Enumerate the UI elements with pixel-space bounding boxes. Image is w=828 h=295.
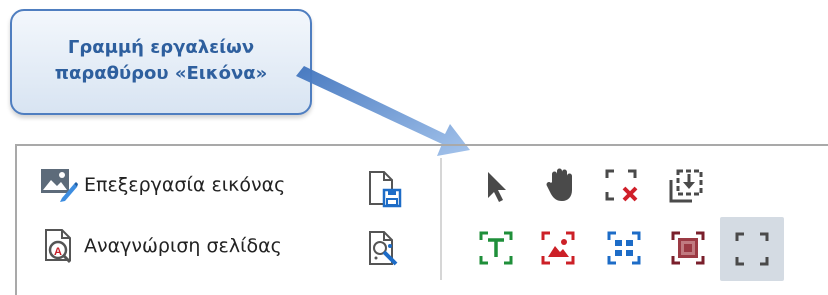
edit-image-label: Επεξεργασία εικόνας: [84, 174, 286, 196]
svg-text:A: A: [54, 246, 62, 258]
table-area-icon[interactable]: [606, 230, 642, 266]
callout-bubble: Γραμμή εργαλείων παραθύρου «Εικόνα»: [10, 9, 312, 115]
edit-image-icon: [41, 169, 78, 202]
recognition-area-icon[interactable]: [734, 231, 770, 267]
picture-area-icon[interactable]: [540, 230, 576, 266]
recognize-page-icon: A: [45, 229, 72, 264]
recognize-page-button[interactable]: A Αναγνώριση σελίδας: [42, 228, 282, 264]
delete-area-icon[interactable]: [604, 168, 640, 204]
cursor-arrow-icon[interactable]: [484, 170, 514, 204]
callout-line-1: Γραμμή εργαλείων: [67, 37, 255, 58]
image-window-toolbar: [15, 144, 828, 295]
recognize-page-label: Αναγνώριση σελίδας: [84, 235, 282, 257]
save-page-icon[interactable]: [366, 170, 404, 208]
analyze-page-icon[interactable]: [366, 230, 404, 268]
toolbar-divider: [440, 158, 442, 280]
hand-icon[interactable]: [544, 166, 580, 204]
edit-image-button[interactable]: Επεξεργασία εικόνας: [40, 168, 285, 202]
load-area-icon[interactable]: [668, 168, 704, 204]
callout-line-2: παραθύρου «Εικόνα»: [54, 63, 268, 84]
background-picture-area-icon[interactable]: [670, 230, 706, 266]
text-area-icon[interactable]: [478, 230, 514, 266]
